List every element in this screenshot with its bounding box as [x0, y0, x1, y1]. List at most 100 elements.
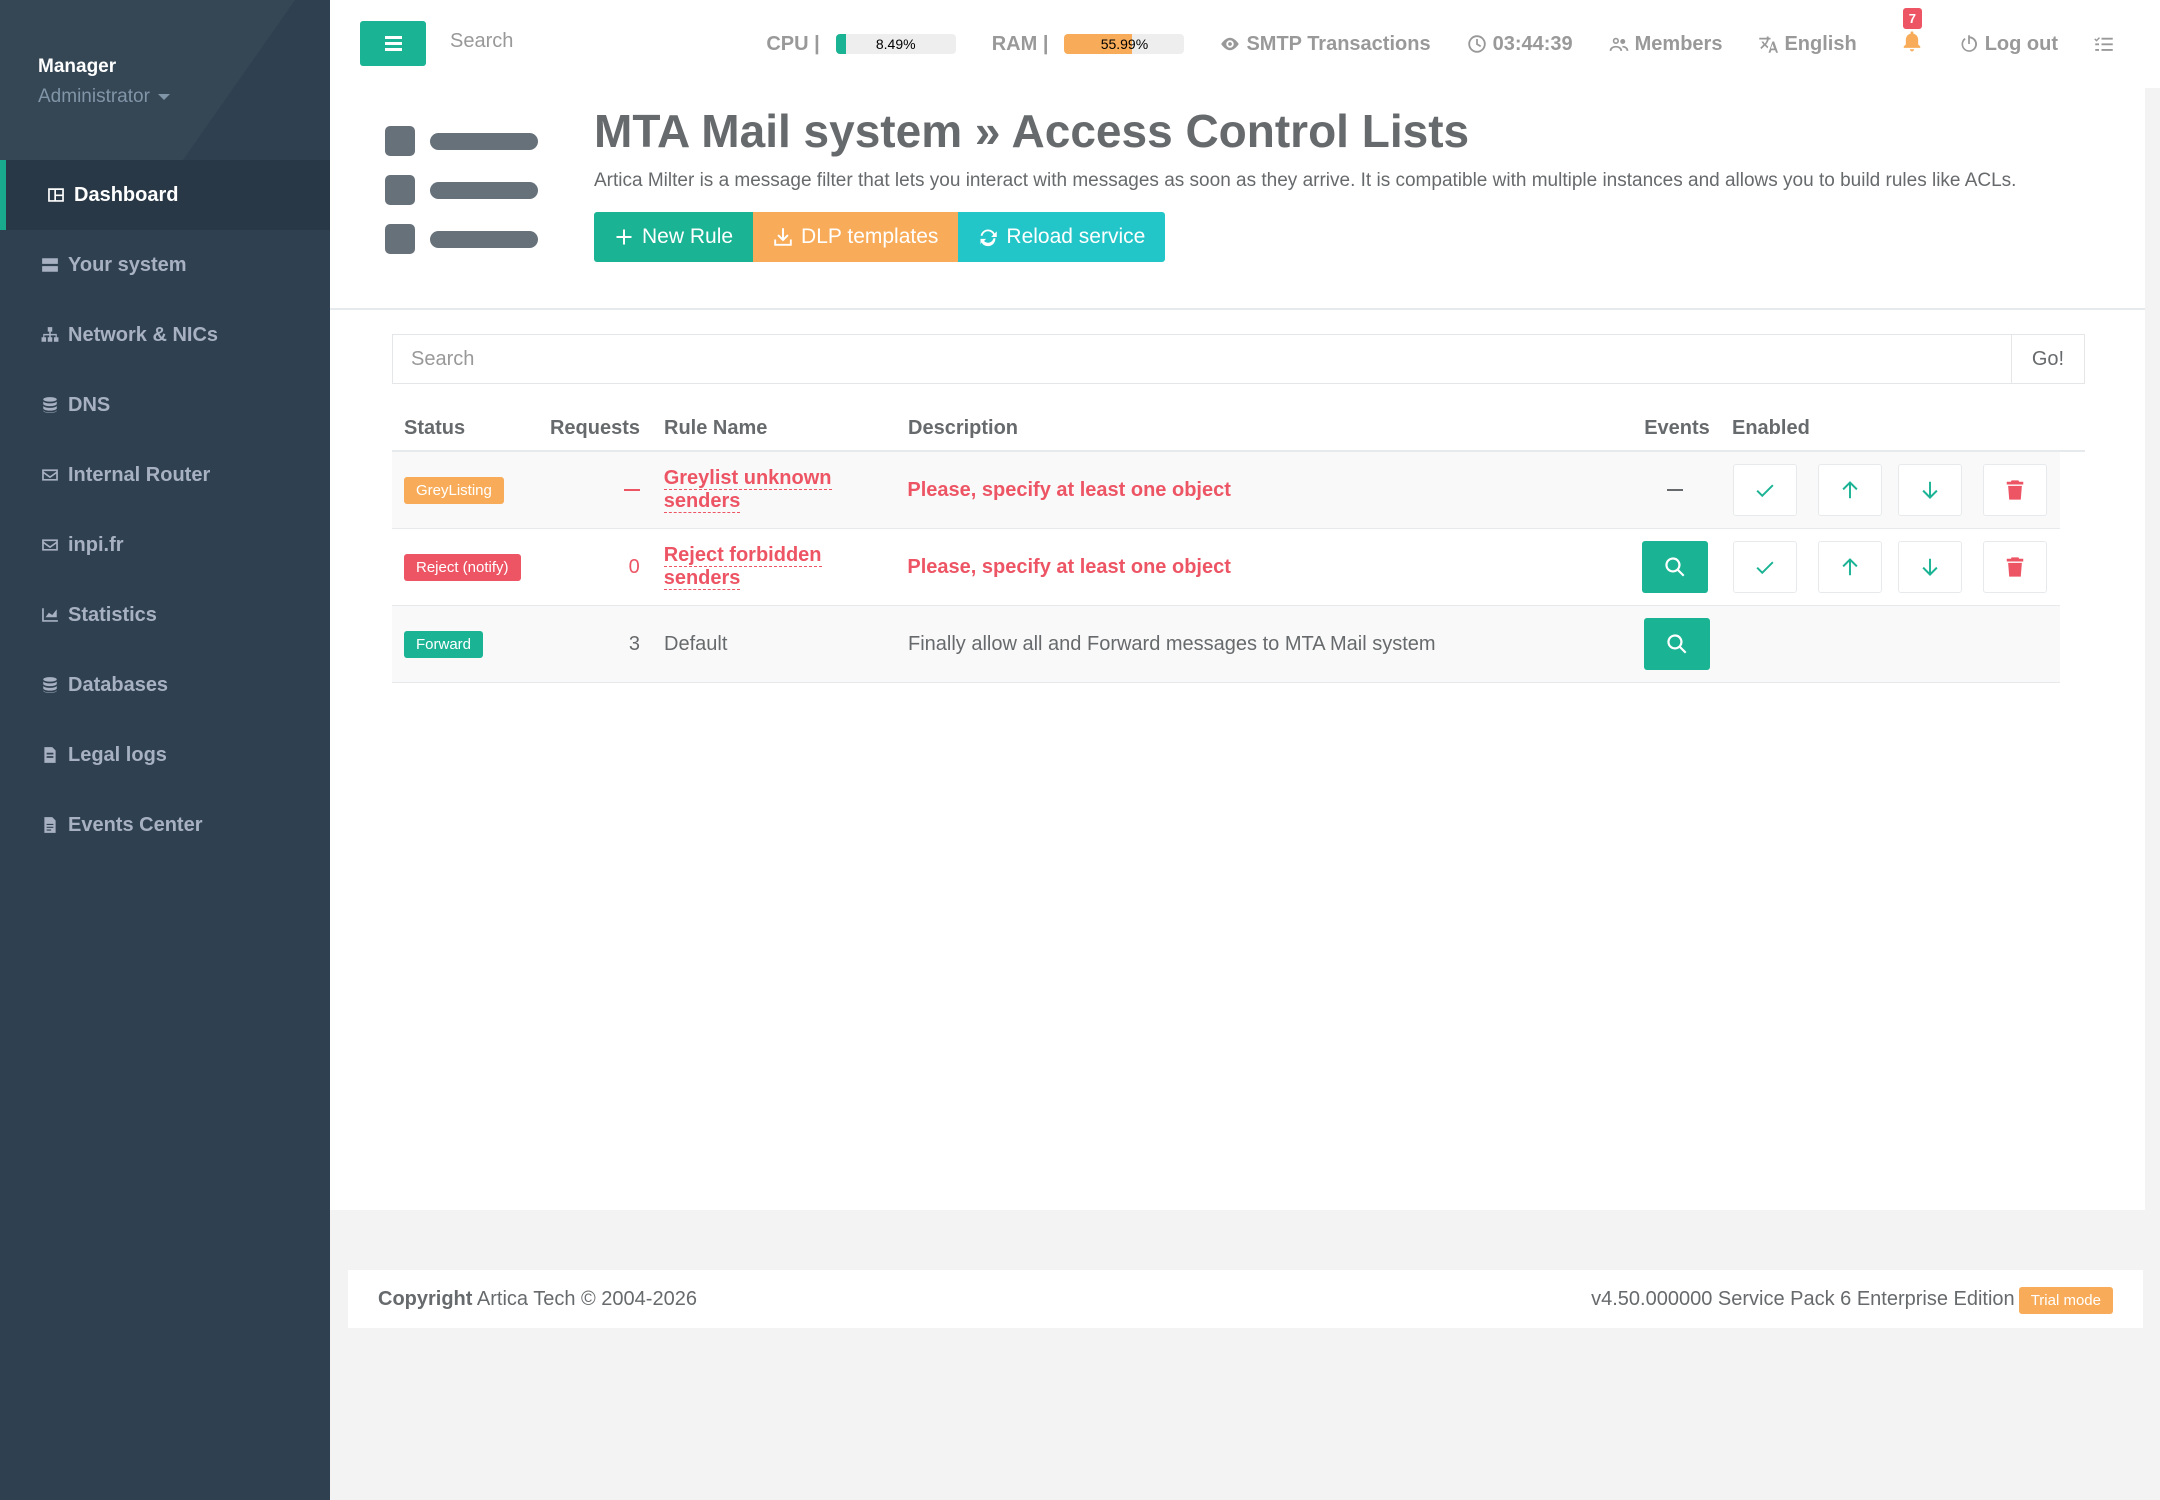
page-subtitle: Artica Milter is a message filter that l…	[594, 170, 2017, 191]
eye-icon	[1221, 37, 1240, 51]
notifications-button[interactable]: 7	[1901, 8, 1923, 58]
sidebar-item-label: Dashboard	[74, 183, 179, 206]
sidebar-item-network[interactable]: Network & NICs	[0, 300, 330, 370]
sidebar-nav: Dashboard Your system Network & NICs DNS…	[0, 160, 330, 860]
sidebar-item-your-system[interactable]: Your system	[0, 230, 330, 300]
move-up-button[interactable]	[1818, 541, 1883, 593]
col-events[interactable]: Events	[1632, 417, 1722, 440]
profile-block: Manager Administrator	[0, 0, 330, 160]
new-rule-button[interactable]: New Rule	[594, 212, 754, 262]
rule-description: Please, specify at least one object	[907, 478, 1231, 501]
sidebar-item-inpi[interactable]: inpi.fr	[0, 510, 330, 580]
trash-icon	[2006, 557, 2024, 577]
rules-search-input[interactable]: Search	[392, 334, 2012, 384]
rule-name-link[interactable]: Greylist unknown senders	[663, 467, 832, 513]
smtp-transactions-link[interactable]: SMTP Transactions	[1220, 32, 1431, 56]
header-actions: New Rule DLP templates Reload service	[594, 212, 1166, 262]
move-down-button[interactable]	[1898, 464, 1963, 516]
members-label: Members	[1634, 32, 1723, 55]
clock-icon	[1467, 35, 1486, 53]
col-enabled[interactable]: Enabled	[1722, 417, 1812, 440]
dlp-templates-button[interactable]: DLP templates	[753, 212, 959, 262]
envelope-icon	[40, 465, 60, 485]
footer-version-block: v4.50.000000 Service Pack 6 Enterprise E…	[1591, 1286, 2113, 1314]
enabled-toggle-button[interactable]	[1733, 464, 1798, 516]
col-status[interactable]: Status	[392, 417, 542, 440]
search-icon	[1667, 634, 1687, 654]
sidebar-item-label: Databases	[68, 673, 169, 696]
envelope-icon	[40, 535, 60, 555]
table-header: Status Requests Rule Name Description Ev…	[392, 406, 2085, 452]
ram-value: 55.99%	[1100, 36, 1149, 52]
sidebar-item-statistics[interactable]: Statistics	[0, 580, 330, 650]
events-search-button[interactable]	[1644, 618, 1710, 670]
reload-service-label: Reload service	[1006, 225, 1146, 248]
arrow-up-icon	[1842, 558, 1858, 576]
footer: Copyright Artica Tech © 2004-2026 v4.50.…	[348, 1270, 2143, 1328]
rules-table: Status Requests Rule Name Description Ev…	[392, 406, 2085, 683]
table-row: Forward 3 Default Finally allow all and …	[392, 606, 2060, 683]
power-icon	[1961, 35, 1977, 52]
events-search-button[interactable]	[1642, 541, 1709, 593]
footer-copyright: Copyright Artica Tech © 2004-2026	[378, 1288, 697, 1311]
list-check-icon	[2094, 37, 2113, 51]
sidebar-item-legal-logs[interactable]: Legal logs	[0, 720, 330, 790]
cpu-progress-bar: 8.49%	[835, 34, 956, 54]
refresh-icon	[980, 229, 998, 247]
status-badge: Reject (notify)	[404, 553, 521, 581]
delete-rule-button[interactable]	[1983, 541, 2048, 593]
arrow-up-icon	[1842, 481, 1858, 499]
col-rule-name[interactable]: Rule Name	[652, 417, 902, 440]
sidebar-item-label: Your system	[68, 253, 187, 276]
table-row: GreyListing Greylist unknown senders Ple…	[392, 452, 2060, 529]
table-search: Search Go!	[392, 334, 2085, 384]
sidebar: Manager Administrator Dashboard Your sys…	[0, 0, 330, 1500]
move-up-button[interactable]	[1818, 464, 1883, 516]
profile-role-label: Administrator	[38, 86, 150, 107]
ram-label: RAM |	[991, 32, 1049, 55]
delete-rule-button[interactable]	[1983, 464, 2048, 516]
sidebar-item-label: DNS	[68, 393, 111, 416]
reload-service-button[interactable]: Reload service	[958, 212, 1166, 262]
status-badge: GreyListing	[404, 476, 504, 504]
enabled-toggle-button[interactable]	[1733, 541, 1798, 593]
sidebar-item-databases[interactable]: Databases	[0, 650, 330, 720]
clock-value: 03:44:39	[1492, 32, 1573, 55]
file-icon	[40, 745, 60, 765]
col-description[interactable]: Description	[902, 417, 1632, 440]
logout-link[interactable]: Log out	[1959, 33, 2058, 56]
search-icon	[1665, 557, 1685, 577]
check-icon	[1756, 484, 1774, 498]
profile-role-dropdown[interactable]: Administrator	[38, 86, 330, 108]
copyright-text: Artica Tech © 2004-2026	[476, 1287, 697, 1310]
col-requests[interactable]: Requests	[542, 417, 652, 440]
check-icon	[1756, 561, 1774, 575]
sidebar-item-internal-router[interactable]: Internal Router	[0, 440, 330, 510]
sidebar-item-dashboard[interactable]: Dashboard	[0, 160, 330, 230]
rule-name-link[interactable]: Reject forbidden senders	[663, 544, 822, 590]
language-label: English	[1784, 32, 1857, 55]
sidebar-item-dns[interactable]: DNS	[0, 370, 330, 440]
members-link[interactable]: Members	[1609, 32, 1723, 56]
page-header: MTA Mail system » Access Control Lists A…	[330, 88, 2145, 310]
move-down-button[interactable]	[1898, 541, 1963, 593]
copyright-label: Copyright	[378, 1287, 473, 1310]
caret-down-icon	[157, 93, 170, 100]
sidebar-item-events-center[interactable]: Events Center	[0, 790, 330, 860]
tasks-button[interactable]	[2094, 34, 2120, 54]
ram-meter: RAM | 55.99%	[992, 33, 1185, 56]
sidebar-item-label: Internal Router	[68, 463, 211, 486]
smtp-transactions-label: SMTP Transactions	[1246, 32, 1431, 55]
top-search-input[interactable]: Search	[450, 30, 513, 53]
sidebar-item-label: Network & NICs	[68, 323, 219, 346]
profile-name: Manager	[38, 56, 117, 77]
menu-toggle-button[interactable]	[360, 21, 426, 66]
cpu-meter: CPU | 8.49%	[766, 33, 956, 56]
notifications-badge: 7	[1902, 8, 1922, 29]
database-icon	[40, 675, 60, 695]
language-selector[interactable]: English	[1758, 32, 1857, 56]
dashboard-icon	[46, 185, 66, 205]
database-icon	[40, 395, 60, 415]
go-button[interactable]: Go!	[2012, 334, 2085, 384]
network-icon	[40, 325, 60, 345]
